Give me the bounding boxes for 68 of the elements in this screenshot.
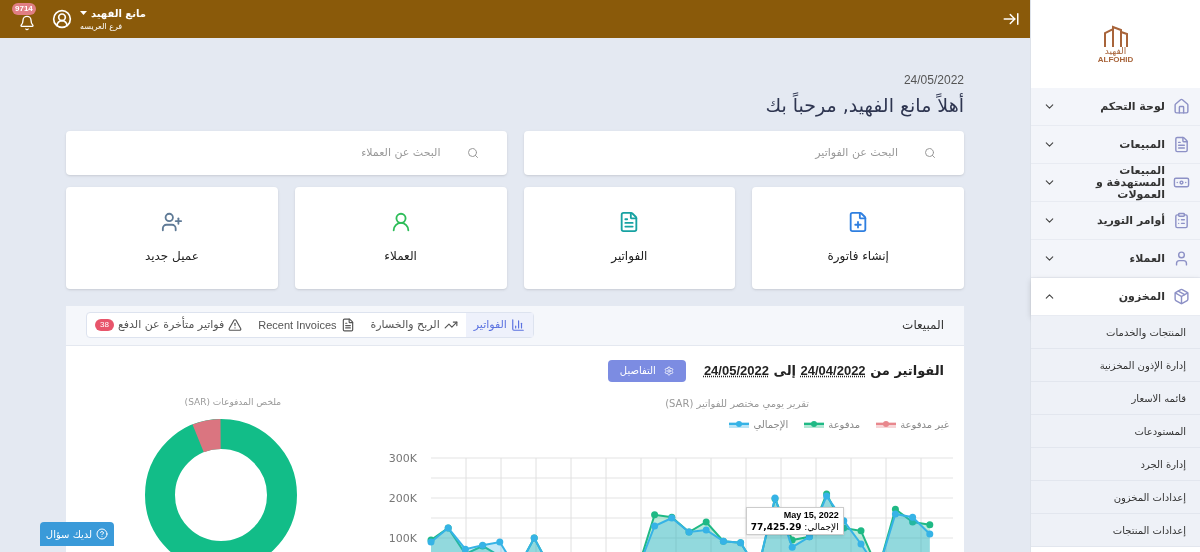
shortcut-card[interactable]: الفواتير: [523, 186, 736, 289]
tooltip-date: May 15, 2022: [782, 508, 839, 521]
home-icon: [1173, 98, 1190, 115]
collapse-icon[interactable]: [1002, 10, 1020, 28]
shortcut-label: عميل جديد: [144, 247, 199, 265]
search-icon: [924, 146, 936, 159]
list-icon: [1173, 136, 1190, 153]
logo-text: الفهيد: [1104, 46, 1127, 56]
submenu-item[interactable]: إدارة الجرد: [1031, 448, 1200, 481]
help-icon: [96, 528, 109, 540]
sidebar-label: المبيعات: [1118, 138, 1165, 151]
chart-title: ملخص المدفوعات (SAR): [184, 395, 281, 409]
branch-name: فرع العريسه: [80, 20, 123, 33]
logo-subtext: ALFOHID: [1097, 55, 1134, 64]
warning-icon: [228, 318, 243, 332]
sidebar-label: العملاء: [1128, 252, 1165, 265]
sidebar-item[interactable]: المخزون: [1031, 278, 1200, 316]
legend-label[interactable]: غير مدفوعة: [900, 416, 949, 432]
sidebar-label: أوامر التوريد: [1096, 214, 1165, 227]
search-field[interactable]: البحث عن العملاء: [66, 130, 507, 175]
submenu-item[interactable]: إعدادات المخزون: [1031, 481, 1200, 514]
add-user-icon: [160, 210, 183, 233]
tab[interactable]: الفواتير: [465, 313, 533, 337]
clipboard-icon: [1173, 212, 1190, 229]
shortcut-label: الفواتير: [611, 247, 648, 265]
y-tick-label: 300K: [388, 451, 417, 465]
settings-icon: [663, 365, 674, 376]
y-tick-label: 100K: [388, 531, 417, 545]
chart-title: تقرير يومي مختصر للفواتير (SAR): [665, 396, 809, 411]
submenu-item[interactable]: قائمه الاسعار: [1031, 382, 1200, 415]
sidebar-label: لوحة التحكم: [1099, 100, 1165, 113]
submenu-item[interactable]: إعدادات المنتجات: [1031, 514, 1200, 547]
sidebar-label: المخزون: [1117, 290, 1165, 303]
shortcut-label: إنشاء فاتورة: [827, 247, 889, 265]
sidebar-item[interactable]: المبيعات: [1031, 126, 1200, 164]
avatar-icon[interactable]: [52, 9, 72, 29]
tab[interactable]: الربح والخسارة: [362, 313, 466, 337]
document-icon: [340, 318, 355, 332]
notification-badge: 9714: [12, 3, 36, 15]
logo-icon: [1102, 24, 1129, 47]
count-badge: 38: [95, 319, 114, 331]
shortcut-card[interactable]: إنشاء فاتورة: [752, 186, 964, 289]
user-name[interactable]: مانع الفهيد: [91, 5, 146, 21]
submenu-item[interactable]: المستودعات: [1031, 415, 1200, 448]
shortcut-label: العملاء: [384, 247, 417, 265]
search-field[interactable]: البحث عن الفواتير: [523, 130, 964, 175]
bar-chart-icon: [510, 318, 525, 332]
caret-icon[interactable]: [80, 11, 87, 15]
legend-label[interactable]: الإجمالي: [753, 416, 789, 432]
submenu-item[interactable]: المنتجات والخدمات: [1031, 316, 1200, 349]
bell-icon[interactable]: [19, 15, 35, 31]
search-icon: [466, 146, 479, 159]
sidebar-item[interactable]: المبيعات المستهدفة و العمولات: [1031, 164, 1200, 202]
panel-title: المبيعات: [902, 317, 944, 334]
sidebar-item[interactable]: العملاء: [1031, 240, 1200, 278]
date-text: 24/05/2022: [903, 72, 964, 89]
sidebar-label: المبيعات المستهدفة و العمولات: [1094, 164, 1165, 201]
sidebar-item[interactable]: لوحة التحكم: [1031, 88, 1200, 126]
y-tick-label: 200K: [388, 491, 417, 505]
person-icon: [1173, 250, 1190, 267]
shortcut-card[interactable]: عميل جديد: [66, 186, 278, 289]
sidebar-item[interactable]: أوامر التوريد: [1031, 202, 1200, 240]
box-icon: [1173, 288, 1190, 305]
submenu-item[interactable]: إدارة الإذون المخزنية: [1031, 349, 1200, 382]
welcome-heading: أهلاً مانع الفهيد, مرحباً بك: [765, 91, 964, 119]
legend-label[interactable]: مدفوعة: [828, 416, 861, 432]
shortcut-card[interactable]: العملاء: [294, 186, 507, 289]
tab[interactable]: Recent Invoices: [250, 313, 363, 337]
